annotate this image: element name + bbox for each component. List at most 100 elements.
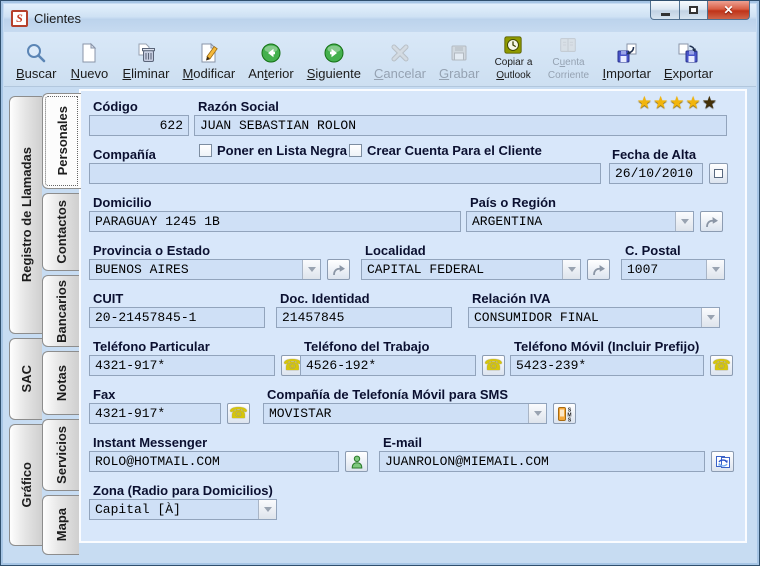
outlook-clock-icon [503, 31, 523, 55]
new-document-icon [78, 40, 100, 64]
doc-identidad-field[interactable]: 21457845 [276, 307, 452, 328]
pais-dropdown-button[interactable] [675, 212, 693, 231]
chevron-down-icon [567, 267, 576, 272]
modificar-button[interactable]: Modificar [180, 40, 237, 81]
send-email-button[interactable] [711, 451, 734, 472]
cpostal-combo[interactable]: 1007 [621, 259, 725, 280]
tel-trabajo-field[interactable]: 4526-192* [300, 355, 476, 376]
relacion-iva-dropdown-button[interactable] [701, 308, 719, 327]
import-floppy-icon [616, 40, 638, 64]
delete-trash-icon [135, 40, 157, 64]
pais-combo[interactable]: ARGENTINA [466, 211, 694, 232]
fax-dial-button[interactable]: ☎ [227, 403, 250, 424]
star-4[interactable]: ★ [686, 94, 701, 111]
rating-stars: ★ ★ ★ ★ ★ [637, 94, 717, 111]
star-2[interactable]: ★ [653, 94, 668, 111]
close-button[interactable]: ✕ [708, 1, 750, 20]
crear-cuenta-checkbox[interactable] [349, 144, 362, 157]
calendar-picker-icon [714, 169, 723, 178]
chevron-down-icon [307, 267, 316, 272]
chevron-down-icon [533, 411, 542, 416]
codigo-field[interactable]: 622 [89, 115, 189, 136]
minimize-icon [660, 12, 670, 16]
phone-icon: ☎ [229, 405, 248, 422]
localidad-combo[interactable]: CAPITAL FEDERAL [361, 259, 581, 280]
copiar-outlook-button[interactable]: Copiar a Outlook [490, 31, 536, 81]
tab-notas[interactable]: Notas [42, 351, 79, 415]
nuevo-button[interactable]: Nuevo [67, 40, 111, 81]
importar-button[interactable]: Importar [600, 40, 652, 81]
tab-personales[interactable]: Personales [42, 93, 81, 189]
minimize-button[interactable] [650, 1, 680, 20]
tab-grafico[interactable]: Gráfico [9, 424, 42, 546]
inner-tabstrip: Personales Contactos Bancarios Notas Ser… [42, 93, 81, 559]
buscar-button[interactable]: Buscar [14, 40, 58, 81]
fecha-alta-field[interactable]: 26/10/2010 [609, 163, 703, 184]
tab-sac[interactable]: SAC [9, 338, 42, 420]
localidad-dropdown-button[interactable] [562, 260, 580, 279]
provincia-combo[interactable]: BUENOS AIRES [89, 259, 321, 280]
close-icon: ✕ [723, 3, 734, 17]
cpostal-dropdown-button[interactable] [706, 260, 724, 279]
send-sms-button[interactable]: SMS [553, 403, 576, 424]
compania-label: Compañía [93, 147, 156, 162]
outer-tabstrip: Registro de Llamadas SAC Gráfico [9, 96, 42, 550]
instant-messenger-field[interactable]: ROLO@HOTMAIL.COM [89, 451, 339, 472]
relacion-iva-combo[interactable]: CONSUMIDOR FINAL [468, 307, 720, 328]
lista-negra-checkbox[interactable] [199, 144, 212, 157]
codigo-label: Código [93, 99, 138, 114]
instant-messenger-contact-button[interactable] [345, 451, 368, 472]
crear-cuenta-checkbox-group[interactable]: Crear Cuenta Para el Cliente [349, 143, 542, 158]
lista-negra-checkbox-group[interactable]: Poner en Lista Negra [199, 143, 347, 158]
siguiente-button[interactable]: Siguiente [305, 40, 363, 81]
zona-combo[interactable]: Capital [À] [89, 499, 277, 520]
tel-trabajo-dial-button[interactable]: ☎ [482, 355, 505, 376]
tel-movil-dial-button[interactable]: ☎ [710, 355, 733, 376]
cia-sms-dropdown-button[interactable] [528, 404, 546, 423]
goto-arrow-icon [592, 264, 605, 275]
zona-label: Zona (Radio para Domicilios) [93, 483, 273, 498]
fax-field[interactable]: 4321-917* [89, 403, 221, 424]
pais-goto-button[interactable] [700, 211, 723, 232]
exportar-button[interactable]: Exportar [662, 40, 715, 81]
instant-messenger-label: Instant Messenger [93, 435, 208, 450]
email-label: E-mail [383, 435, 423, 450]
razon-social-field[interactable]: JUAN SEBASTIAN ROLON [194, 115, 727, 136]
localidad-goto-button[interactable] [587, 259, 610, 280]
anterior-button[interactable]: Anterior [246, 40, 296, 81]
tab-bancarios[interactable]: Bancarios [42, 275, 79, 347]
titlebar[interactable]: S Clientes ✕ [4, 1, 756, 32]
fax-label: Fax [93, 387, 116, 402]
cia-sms-combo[interactable]: MOVISTAR [263, 403, 547, 424]
fecha-alta-calendar-button[interactable] [709, 163, 728, 184]
tel-particular-label: Teléfono Particular [93, 339, 210, 354]
email-sync-icon [715, 455, 730, 468]
maximize-button[interactable] [680, 1, 708, 20]
domicilio-field[interactable]: PARAGUAY 1245 1B [89, 211, 461, 232]
tab-mapa[interactable]: Mapa [42, 495, 79, 555]
personales-panel: Código 622 Razón Social JUAN SEBASTIAN R… [79, 89, 747, 543]
cancelar-button: Cancelar [372, 40, 428, 81]
zona-dropdown-button[interactable] [258, 500, 276, 519]
phone-icon: ☎ [712, 357, 731, 374]
razon-social-label: Razón Social [198, 99, 279, 114]
toolbar: Buscar Nuevo Eliminar Modificar Anterior… [4, 32, 756, 87]
compania-field[interactable] [89, 163, 601, 184]
provincia-goto-button[interactable] [327, 259, 350, 280]
chevron-down-icon [263, 507, 272, 512]
eliminar-button[interactable]: Eliminar [120, 40, 171, 81]
tel-particular-field[interactable]: 4321-917* [89, 355, 275, 376]
cuit-field[interactable]: 20-21457845-1 [89, 307, 265, 328]
window-title: Clientes [34, 10, 81, 26]
tab-contactos[interactable]: Contactos [42, 193, 79, 271]
provincia-dropdown-button[interactable] [302, 260, 320, 279]
next-arrow-icon [323, 40, 345, 64]
tab-registro-de-llamadas[interactable]: Registro de Llamadas [9, 96, 42, 334]
tab-servicios[interactable]: Servicios [42, 419, 79, 491]
star-5[interactable]: ★ [702, 94, 717, 111]
doc-identidad-label: Doc. Identidad [280, 291, 370, 306]
email-field[interactable]: JUANROLON@MIEMAIL.COM [379, 451, 705, 472]
star-1[interactable]: ★ [637, 94, 652, 111]
star-3[interactable]: ★ [669, 94, 684, 111]
tel-movil-field[interactable]: 5423-239* [510, 355, 704, 376]
